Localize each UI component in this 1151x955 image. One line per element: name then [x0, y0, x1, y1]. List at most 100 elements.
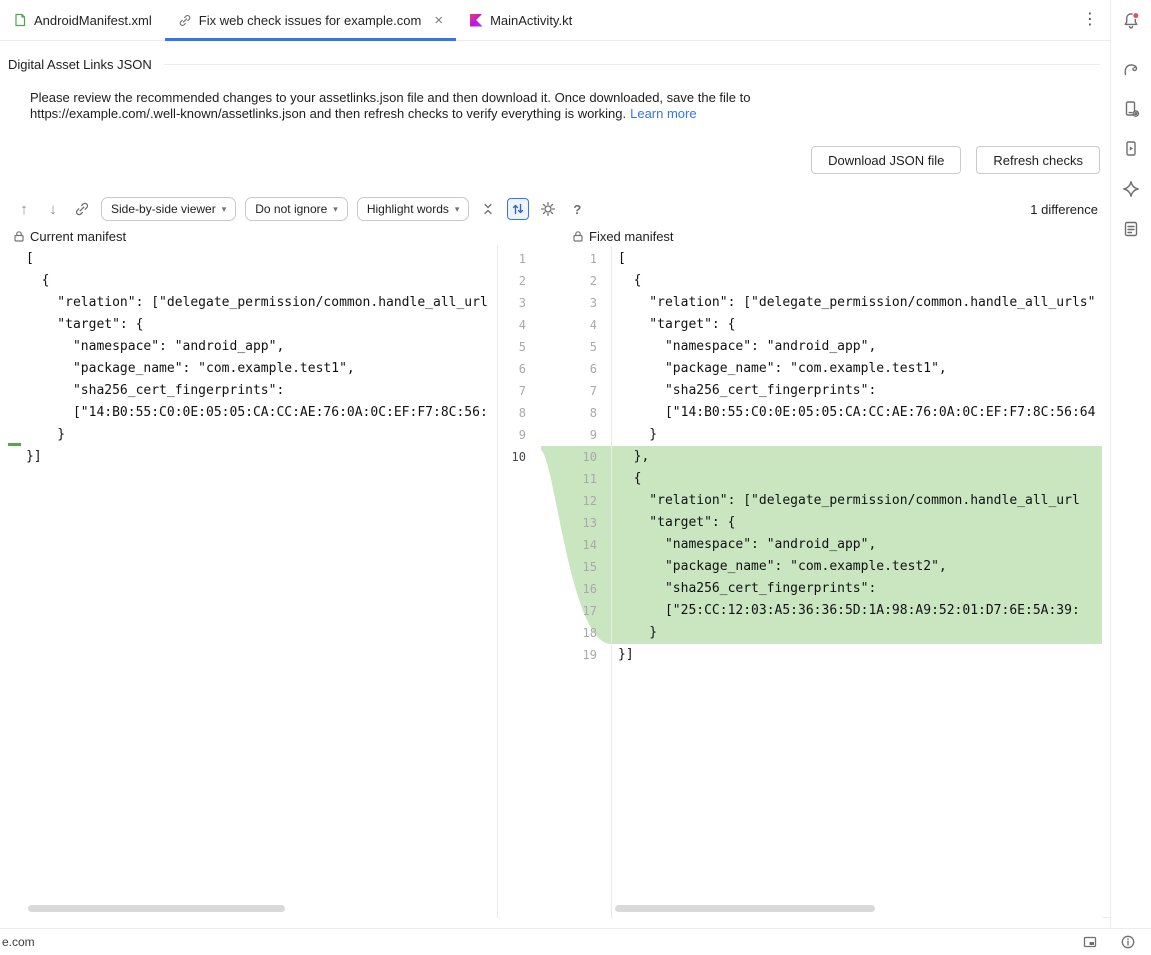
lock-icon [572, 230, 584, 243]
line-number: 19 [541, 644, 611, 666]
code-line: { [0, 270, 497, 292]
chevron-down-icon: ▾ [333, 204, 338, 215]
line-number: 11 [541, 468, 611, 490]
running-devices-icon[interactable] [1119, 137, 1143, 161]
diff-toolbar: ↑ ↓ Side-by-side viewer ▾ Do not ignore … [0, 190, 1110, 228]
code-line: "namespace": "android_app", [612, 534, 1102, 556]
current-manifest-header: Current manifest [13, 226, 126, 246]
fixed-manifest-pane: [ { "relation": ["delegate_permission/co… [612, 246, 1102, 918]
fixed-manifest-header: Fixed manifest [572, 226, 674, 246]
diff-gutter: 12345678910 1234567891011121314151617181… [497, 246, 612, 918]
device-manager-icon[interactable] [1119, 97, 1143, 121]
line-number: 9 [498, 424, 541, 446]
tab-label: Fix web check issues for example.com [199, 13, 422, 28]
right-tool-stripe [1110, 0, 1151, 928]
code-line: "sha256_cert_fingerprints": [612, 380, 1102, 402]
code-line: "package_name": "com.example.test2", [612, 556, 1102, 578]
download-json-button[interactable]: Download JSON file [811, 146, 961, 174]
left-code: [ { "relation": ["delegate_permission/co… [0, 248, 497, 468]
code-line: "package_name": "com.example.test1", [0, 358, 497, 380]
gradle-icon[interactable] [1119, 57, 1143, 81]
code-line: }] [612, 644, 1102, 666]
collapse-unchanged-icon[interactable] [478, 199, 498, 219]
line-number: 5 [498, 336, 541, 358]
viewer-mode-select[interactable]: Side-by-side viewer ▾ [101, 197, 236, 221]
line-number: 1 [498, 248, 541, 270]
insertion-marker [8, 443, 21, 446]
help-icon[interactable]: ? [567, 199, 587, 219]
horizontal-scrollbar-left[interactable] [28, 905, 285, 912]
line-number: 4 [541, 314, 611, 336]
code-line: ["25:CC:12:03:A5:36:36:5D:1A:98:A9:52:01… [612, 600, 1102, 622]
code-line: { [612, 270, 1102, 292]
code-line: "sha256_cert_fingerprints": [612, 578, 1102, 600]
difference-count: 1 difference [1030, 190, 1098, 228]
code-line: "package_name": "com.example.test1", [612, 358, 1102, 380]
code-line: } [0, 424, 497, 446]
description-line-1: Please review the recommended changes to… [30, 90, 750, 106]
line-number: 5 [541, 336, 611, 358]
current-manifest-pane: [ { "relation": ["delegate_permission/co… [0, 246, 497, 918]
jump-to-source-icon[interactable] [72, 199, 92, 219]
highlight-policy-select[interactable]: Highlight words ▾ [357, 197, 470, 221]
description-line-2: https://example.com/.well-known/assetlin… [30, 106, 750, 122]
android-manifest-file-icon [13, 13, 27, 27]
horizontal-scrollbar-right[interactable] [615, 905, 875, 912]
background-tasks-window-icon[interactable] [1081, 933, 1099, 951]
synchronize-scrolling-toggle[interactable] [507, 198, 529, 220]
code-line: "relation": ["delegate_permission/common… [612, 490, 1102, 512]
chevron-down-icon: ▾ [222, 204, 227, 215]
action-buttons-row: Download JSON file Refresh checks [0, 146, 1100, 174]
line-number: 3 [498, 292, 541, 314]
diff-viewer: [ { "relation": ["delegate_permission/co… [0, 246, 1102, 918]
app-links-assistant-icon[interactable] [1119, 217, 1143, 241]
line-number: 17 [541, 600, 611, 622]
refresh-checks-button[interactable]: Refresh checks [976, 146, 1100, 174]
code-line: "sha256_cert_fingerprints": [0, 380, 497, 402]
left-line-numbers: 12345678910 [498, 248, 541, 468]
line-number: 18 [541, 622, 611, 644]
line-number: 10 [541, 446, 611, 468]
diff-settings-gear-icon[interactable] [538, 199, 558, 219]
section-title-row: Digital Asset Links JSON [8, 57, 1100, 72]
code-line: { [612, 468, 1102, 490]
tab-mainactivity-kt[interactable]: MainActivity.kt [456, 0, 585, 40]
more-options-icon[interactable]: ⋮ [1080, 9, 1100, 29]
line-number: 13 [541, 512, 611, 534]
information-icon[interactable] [1119, 933, 1137, 951]
code-line: [ [612, 248, 1102, 270]
code-line: ["14:B0:55:C0:0E:05:05:CA:CC:AE:76:0A:0C… [612, 402, 1102, 424]
close-tab-icon[interactable]: × [434, 13, 443, 28]
line-number: 6 [498, 358, 541, 380]
previous-difference-button[interactable]: ↑ [14, 199, 34, 219]
status-bar: e.com [0, 928, 1151, 955]
code-line: "namespace": "android_app", [612, 336, 1102, 358]
page-title: Digital Asset Links JSON [8, 57, 152, 72]
ignore-policy-select[interactable]: Do not ignore ▾ [245, 197, 348, 221]
line-number: 12 [541, 490, 611, 512]
notifications-bell-icon[interactable] [1119, 9, 1143, 33]
pane-headers: Current manifest Fixed manifest [0, 226, 1110, 246]
line-number: 7 [541, 380, 611, 402]
next-difference-button[interactable]: ↓ [43, 199, 63, 219]
line-number: 15 [541, 556, 611, 578]
line-number: 1 [541, 248, 611, 270]
section-divider [164, 64, 1100, 65]
learn-more-link[interactable]: Learn more [630, 106, 696, 121]
link-icon [178, 13, 192, 27]
line-number: 2 [498, 270, 541, 292]
line-number: 8 [498, 402, 541, 424]
code-line: ["14:B0:55:C0:0E:05:05:CA:CC:AE:76:0A:0C… [0, 402, 497, 424]
code-line: "target": { [612, 512, 1102, 534]
tab-fix-web-check-issues[interactable]: Fix web check issues for example.com × [165, 0, 456, 40]
code-line: }, [612, 446, 1102, 468]
code-line: }] [0, 446, 497, 468]
gemini-icon[interactable] [1119, 177, 1143, 201]
editor-tab-bar: AndroidManifest.xml Fix web check issues… [0, 0, 1110, 41]
line-number: 9 [541, 424, 611, 446]
code-line: "target": { [612, 314, 1102, 336]
code-line: "namespace": "android_app", [0, 336, 497, 358]
code-line: "relation": ["delegate_permission/common… [612, 292, 1102, 314]
tab-androidmanifest-xml[interactable]: AndroidManifest.xml [0, 0, 165, 40]
line-number: 10 [498, 446, 541, 468]
